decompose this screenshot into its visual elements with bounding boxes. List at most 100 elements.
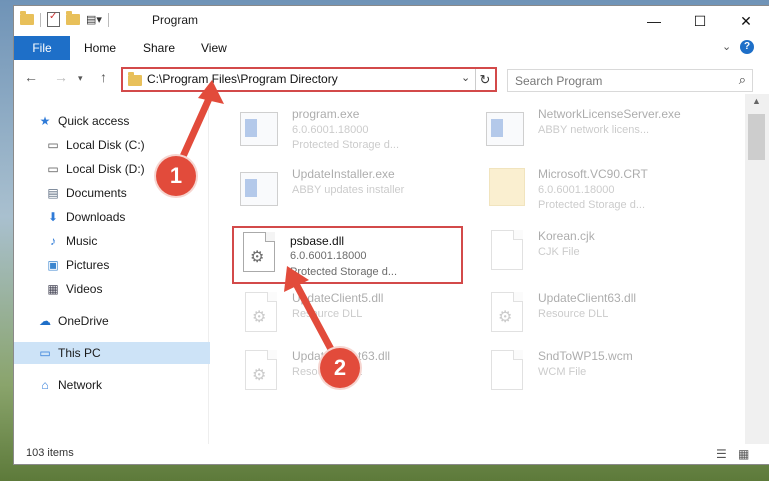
drive-icon: ▭ [47,162,59,176]
divider [40,12,41,27]
ribbon-tabs: File Home Share View ⌄ ? [14,36,769,60]
file-item[interactable]: Microsoft.VC90.CRT 6.0.6001.18000 Protec… [482,164,712,214]
recent-locations-icon[interactable]: ▾ [78,73,83,84]
vertical-scrollbar[interactable]: ▲ [745,94,769,444]
file-item[interactable]: ⚙ UpdateClient5.dll Resource DLL [236,288,466,338]
properties-icon[interactable] [47,11,60,27]
file-item[interactable]: program.exe 6.0.6001.18000 Protected Sto… [236,104,466,154]
minimize-button[interactable]: — [631,6,677,36]
file-name: Korean.cjk [538,229,595,243]
drive-icon: ▭ [47,138,59,152]
step-badge-1: 1 [156,156,196,196]
sidebar-item-label: Quick access [58,114,130,128]
sidebar-item-videos[interactable]: ▦ Videos 📌 [14,278,240,300]
file-version: 6.0.6001.18000 [538,184,615,196]
file-list: program.exe 6.0.6001.18000 Protected Sto… [210,94,745,444]
chevron-down-icon[interactable]: ⌄ [461,71,470,84]
file-item[interactable]: NetworkLicenseServer.exe ABBY network li… [482,104,712,154]
up-icon[interactable]: ↑ [100,69,107,85]
pictures-icon: ▣ [47,258,59,272]
dll-icon: ⚙ [240,292,280,334]
divider [107,12,109,27]
onedrive-icon: ☁ [39,314,51,328]
sidebar-item-pictures[interactable]: ▣ Pictures 📌 [14,254,240,276]
item-count: 103 items [26,447,74,459]
back-icon[interactable]: ← [24,69,38,85]
file-description: Protected Storage d... [290,266,398,278]
file-item[interactable]: ⚙ UpdateClient63.dll Resource DLL [482,288,712,338]
sidebar-item-downloads[interactable]: ⬇ Downloads 📌 [14,206,240,228]
status-bar: 103 items ☰ ▦ [14,444,769,464]
customize-toolbar-icon[interactable]: ▤▾ [86,13,102,26]
file-name: NetworkLicenseServer.exe [538,107,681,121]
sidebar-item-music[interactable]: ♪ Music 📌 [14,230,240,252]
search-input[interactable] [508,70,727,91]
sidebar-item-label: Music [66,234,98,248]
window-title: Program [152,13,199,27]
file-description: ABBY network licens... [538,124,650,136]
sidebar-item-label: Pictures [66,258,110,272]
file-version: 6.0.6001.18000 [290,250,367,262]
file-name: program.exe [292,107,360,121]
file-name: psbase.dll [290,234,345,248]
help-icon[interactable]: ? [740,40,754,54]
tab-share[interactable]: Share [143,41,175,55]
tab-file[interactable]: File [14,36,70,60]
network-icon: ⌂ [41,378,49,392]
file-description: Resource DLL [538,308,609,320]
dll-icon: ⚙ [238,232,278,274]
file-name: UpdateClient5.dll [292,291,384,305]
quick-access-toolbar: ▤▾ [20,11,109,27]
tab-home[interactable]: Home [84,41,116,55]
address-path[interactable]: C:\Program Files\Program Directory [147,72,338,86]
file-item[interactable]: SndToWP15.wcm WCM File [482,346,712,396]
dll-icon: ⚙ [486,292,526,334]
file-description: WCM File [538,366,587,378]
sidebar-item-documents[interactable]: ▤ Documents 📌 [14,182,240,204]
forward-icon[interactable]: → [54,69,68,85]
large-icons-view-icon[interactable]: ▦ [738,447,749,461]
sidebar-item-local-disk-c[interactable]: ▭ Local Disk (C:) 📌 [14,134,240,156]
exe-icon [240,168,280,210]
folder-icon [20,11,34,25]
sidebar-item-quick-access[interactable]: ★ Quick access [14,110,232,132]
explorer-window: ▤▾ Program — ☐ ✕ File Home Share View ⌄ … [14,6,769,464]
sidebar-item-local-disk-d[interactable]: ▭ Local Disk (D:) 📌 [14,158,240,180]
videos-icon: ▦ [47,282,59,296]
address-bar[interactable]: C:\Program Files\Program Directory ⌄ ↻ [121,67,497,92]
sidebar-item-network[interactable]: ⌂ Network [14,374,232,396]
sidebar-item-label: Videos [66,282,103,296]
sidebar-item-label: OneDrive [58,314,109,328]
details-view-icon[interactable]: ☰ [716,447,727,461]
file-item-psbase[interactable]: ⚙ psbase.dll 6.0.6001.18000 Protected St… [232,226,463,284]
search-icon[interactable]: ⌕ [739,72,746,88]
maximize-button[interactable]: ☐ [677,6,723,36]
refresh-icon[interactable]: ↻ [475,69,494,90]
title-bar: ▤▾ Program — ☐ ✕ [14,6,769,36]
sidebar-item-this-pc[interactable]: ▭ This PC [14,342,232,364]
file-item[interactable]: Korean.cjk CJK File [482,226,712,276]
search-box[interactable]: ⌕ [507,69,753,92]
folder-icon [128,72,142,86]
sidebar-item-onedrive[interactable]: ☁ OneDrive [14,310,232,332]
scrollbar-thumb[interactable] [748,114,765,160]
tab-view[interactable]: View [201,41,227,55]
file-item[interactable]: UpdateInstaller.exe ABBY updates install… [236,164,466,214]
file-icon [486,350,526,392]
scroll-up-icon[interactable]: ▲ [752,96,761,106]
file-description: ABBY updates installer [292,184,405,196]
star-icon: ★ [39,114,51,128]
file-name: UpdateClient63.dll [538,291,637,305]
navigation-pane: ★ Quick access ▭ Local Disk (C:) 📌 ▭ Loc… [14,94,237,444]
new-folder-icon[interactable] [66,11,80,25]
documents-icon: ▤ [47,186,59,200]
close-button[interactable]: ✕ [723,6,769,36]
downloads-icon: ⬇ [47,210,59,224]
sidebar-item-label: Network [58,378,103,392]
file-name: Microsoft.VC90.CRT [538,167,648,181]
music-icon: ♪ [50,234,56,248]
gear-icon: ⚙ [250,249,265,266]
file-description: Protected Storage d... [292,139,400,151]
expand-ribbon-icon[interactable]: ⌄ [722,40,731,53]
exe-icon [486,108,526,150]
